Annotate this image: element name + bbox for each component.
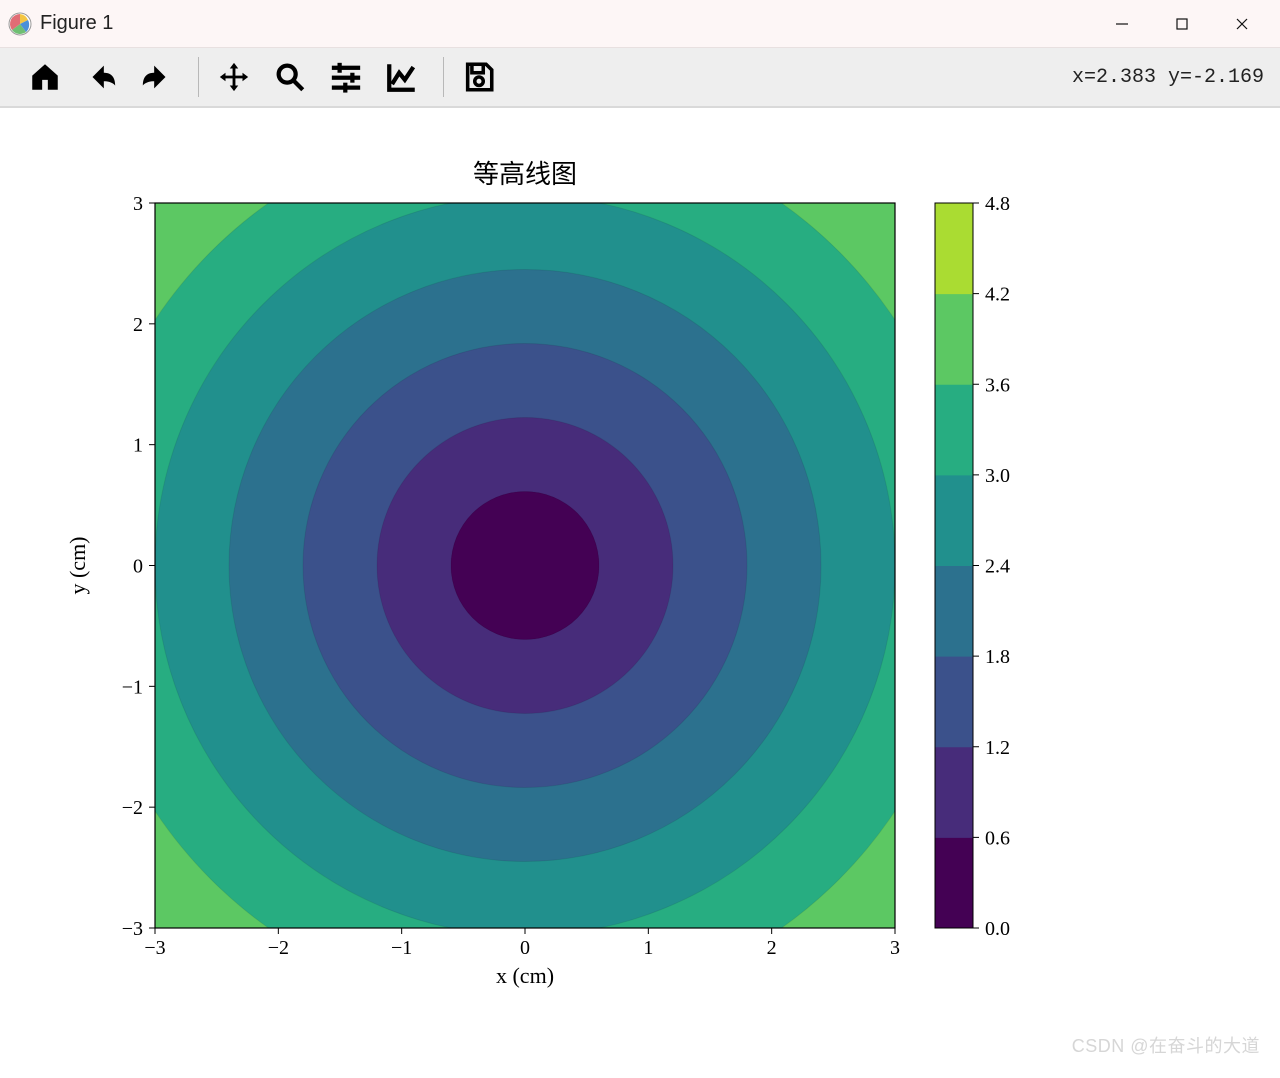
toolbar-separator <box>198 57 199 97</box>
svg-text:0: 0 <box>520 937 530 959</box>
back-button[interactable] <box>76 52 126 102</box>
configure-subplots-button[interactable] <box>321 52 371 102</box>
pan-button[interactable] <box>209 52 259 102</box>
window-title: Figure 1 <box>40 12 113 35</box>
svg-text:x (cm): x (cm) <box>496 963 554 988</box>
coord-readout: x=2.383 y=-2.169 <box>1072 66 1270 89</box>
svg-text:1: 1 <box>643 937 653 959</box>
svg-text:1: 1 <box>133 435 143 457</box>
svg-text:−2: −2 <box>122 797 143 819</box>
forward-button[interactable] <box>132 52 182 102</box>
svg-text:等高线图: 等高线图 <box>473 160 577 189</box>
maximize-button[interactable] <box>1152 0 1212 48</box>
svg-text:−1: −1 <box>122 676 143 698</box>
svg-text:y (cm): y (cm) <box>65 536 90 594</box>
svg-text:1.8: 1.8 <box>985 646 1010 668</box>
svg-text:−1: −1 <box>391 937 412 959</box>
save-button[interactable] <box>454 52 504 102</box>
svg-text:0: 0 <box>133 556 143 578</box>
watermark: CSDN @在奋斗的大道 <box>1072 1032 1260 1058</box>
svg-text:3.6: 3.6 <box>985 374 1010 396</box>
svg-text:4.8: 4.8 <box>985 193 1010 215</box>
home-button[interactable] <box>20 52 70 102</box>
svg-text:−2: −2 <box>268 937 289 959</box>
svg-text:−3: −3 <box>144 937 165 959</box>
app-icon <box>8 12 32 36</box>
svg-text:2: 2 <box>133 314 143 336</box>
toolbar: x=2.383 y=-2.169 <box>0 48 1280 108</box>
figure-area[interactable]: 等高线图 −3 −2 −1 0 1 2 3 −3 −2 −1 0 1 2 3 x (cm) y (cm) 0.0 0… <box>0 108 1280 1078</box>
svg-text:−3: −3 <box>122 918 143 940</box>
contour-plot[interactable]: 等高线图 −3 −2 −1 0 1 2 3 −3 −2 −1 0 1 2 3 x (cm) y (cm) 0.0 0… <box>0 108 1280 1078</box>
close-button[interactable] <box>1212 0 1272 48</box>
titlebar: Figure 1 <box>0 0 1280 48</box>
svg-text:2.4: 2.4 <box>985 556 1010 578</box>
svg-text:1.2: 1.2 <box>985 737 1010 759</box>
svg-text:3.0: 3.0 <box>985 465 1010 487</box>
toolbar-separator <box>443 57 444 97</box>
svg-text:0.0: 0.0 <box>985 918 1010 940</box>
zoom-button[interactable] <box>265 52 315 102</box>
minimize-button[interactable] <box>1092 0 1152 48</box>
svg-text:3: 3 <box>890 937 900 959</box>
svg-text:2: 2 <box>767 937 777 959</box>
svg-text:3: 3 <box>133 193 143 215</box>
edit-axes-button[interactable] <box>377 52 427 102</box>
svg-text:0.6: 0.6 <box>985 827 1010 849</box>
svg-text:4.2: 4.2 <box>985 284 1010 306</box>
